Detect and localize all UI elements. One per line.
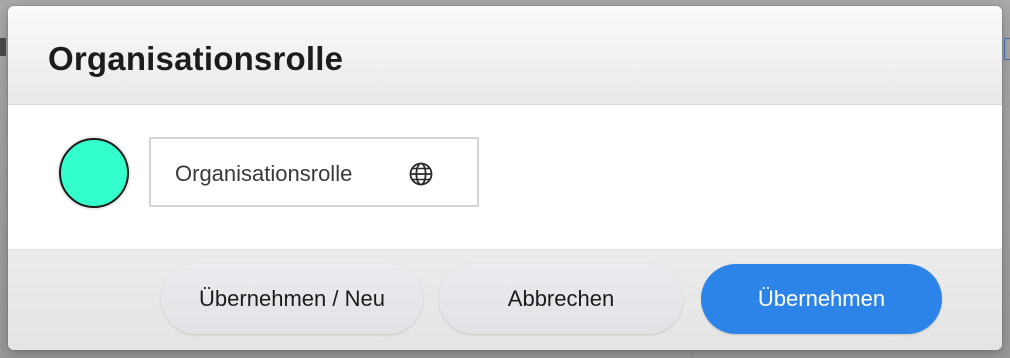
background-fragment xyxy=(0,38,6,56)
dialog-footer: Übernehmen / Neu Abbrechen Übernehmen xyxy=(8,249,1002,350)
role-name-value: Organisationsrolle xyxy=(175,161,353,186)
cancel-button[interactable]: Abbrechen xyxy=(439,264,683,334)
apply-and-new-button[interactable]: Übernehmen / Neu xyxy=(161,264,423,334)
role-color-picker[interactable] xyxy=(59,138,129,208)
background-fragment xyxy=(1004,38,1010,60)
dialog-title: Organisationsrolle xyxy=(48,40,344,77)
dialog-header: Organisationsrolle xyxy=(8,6,1002,105)
apply-button[interactable]: Übernehmen xyxy=(701,264,942,334)
globe-icon[interactable] xyxy=(408,161,434,187)
organisation-role-dialog: Organisationsrolle Organisationsrolle Üb… xyxy=(8,6,1002,350)
role-name-field[interactable]: Organisationsrolle xyxy=(149,137,479,207)
